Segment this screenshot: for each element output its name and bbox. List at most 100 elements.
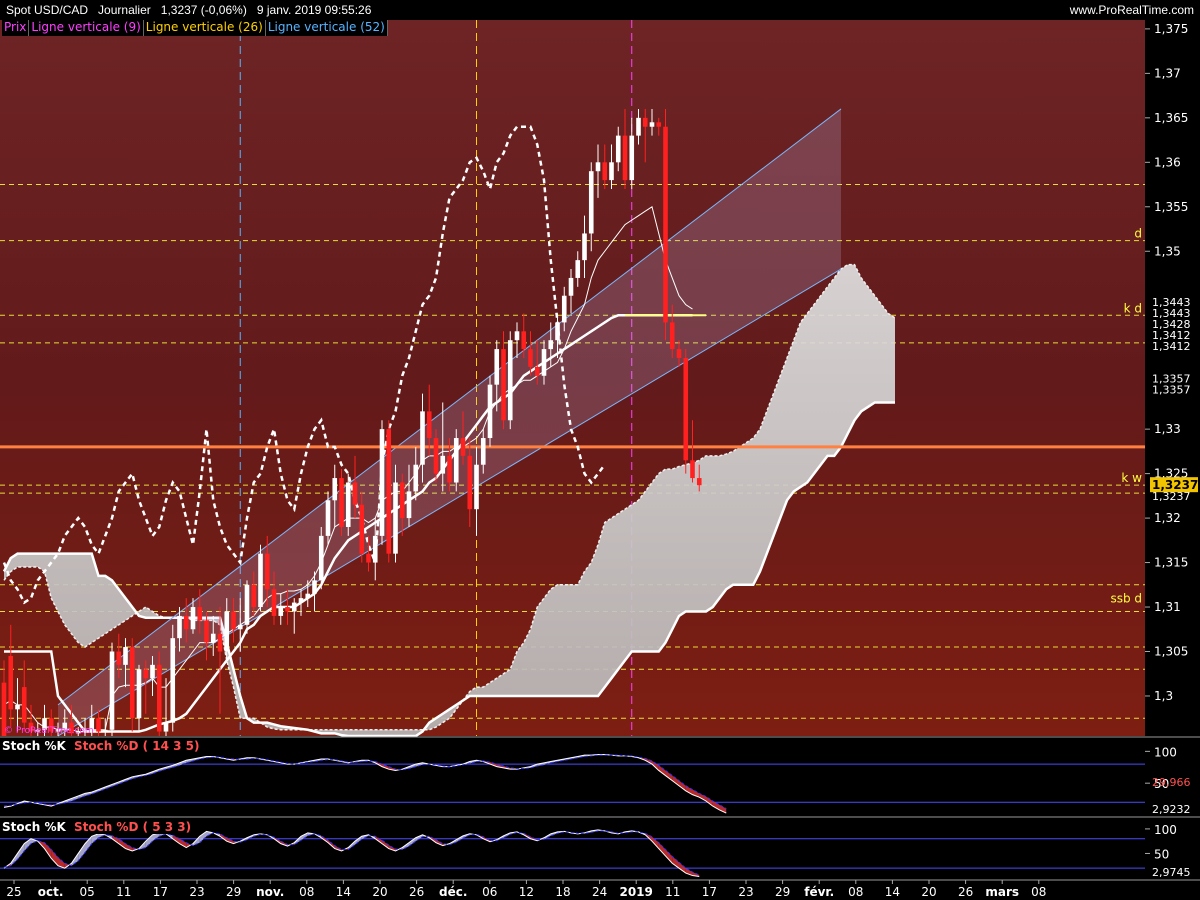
candle-body: [588, 171, 594, 234]
candle-body: [183, 615, 189, 630]
x-tick-label: 05: [80, 885, 95, 899]
brand-link[interactable]: www.ProRealTime.com: [1070, 3, 1194, 17]
y-tick-label: 1,33: [1154, 422, 1181, 436]
y-tick-label: 100: [1154, 745, 1177, 759]
x-tick-label: nov.: [256, 885, 284, 899]
stoch1-k-label[interactable]: Stoch %K: [2, 739, 66, 753]
candle-body: [595, 162, 601, 172]
y-tick-label: 1,375: [1154, 22, 1188, 36]
y-tick-label: 1,37: [1154, 66, 1181, 80]
stoch1-d-label[interactable]: Stoch %D ( 14 3 5): [70, 739, 200, 753]
level-label: k w: [1121, 471, 1142, 485]
stoch2-k-label[interactable]: Stoch %K: [2, 820, 66, 834]
candle-body: [487, 384, 493, 439]
stoch2-d-label[interactable]: Stoch %D ( 5 3 3): [70, 820, 191, 834]
candle-body: [156, 664, 162, 732]
candle-body: [143, 669, 149, 679]
candle-body: [460, 438, 466, 456]
candle-body: [339, 478, 344, 527]
price-label: 1,3357: [1152, 383, 1191, 396]
candle-body: [453, 438, 459, 483]
x-axis: 25 oct. 05 11 17 23 29 nov. 08 14 20 26 déc. 06 12 18 24…: [6, 880, 1046, 899]
candle-body: [426, 411, 432, 439]
candle-body: [548, 340, 554, 350]
candle-body: [669, 322, 675, 350]
candle-body: [244, 584, 250, 625]
x-tick-label: 20: [921, 885, 936, 899]
candle-body: [359, 504, 365, 554]
x-tick-label: 14: [885, 885, 900, 899]
candle-body: [204, 620, 209, 643]
stoch-value-label: 2,9745: [1152, 866, 1191, 879]
candle-body: [683, 357, 689, 461]
candle-body: [649, 122, 655, 127]
candle-body: [298, 598, 304, 603]
candle-body: [622, 135, 628, 181]
candle-body: [406, 491, 412, 519]
candle-body: [420, 411, 425, 465]
candle-body: [197, 607, 203, 621]
candle-body: [21, 687, 27, 723]
x-tick-label: févr.: [804, 885, 834, 899]
legend-item-vline-26[interactable]: Ligne verticale (26): [144, 20, 266, 36]
candle-body: [278, 607, 284, 616]
legend-item-price[interactable]: Prix: [2, 20, 30, 36]
x-tick-label: 17: [702, 885, 717, 899]
candle-body: [642, 117, 648, 127]
candle-body: [609, 162, 614, 181]
x-tick-label: 06: [482, 885, 497, 899]
x-tick-label: 20: [372, 885, 387, 899]
x-tick-label: oct.: [38, 885, 64, 899]
y-tick-label: 1,35: [1154, 244, 1181, 258]
y-tick-label: 100: [1154, 823, 1177, 837]
x-tick-label: 17: [153, 885, 168, 899]
candle-body: [676, 349, 682, 358]
y-tick-label: 1,36: [1154, 155, 1181, 169]
x-tick-label: mars: [985, 885, 1019, 899]
candle-body: [109, 651, 115, 730]
candle-body: [480, 438, 486, 465]
candle-body: [366, 553, 371, 563]
candle-body: [474, 464, 479, 510]
legend-item-vline-9[interactable]: Ligne verticale (9): [29, 20, 144, 36]
candle-body: [345, 482, 351, 527]
candle-body: [561, 295, 567, 323]
y-tick-label: 50: [1154, 847, 1169, 861]
y-tick-label: 1,305: [1154, 645, 1188, 659]
x-tick-label: 23: [738, 885, 753, 899]
chart-canvas: 1,375 1,37 1,365 1,36 1,355 1,35 1,33 1,3 25 1,32…: [0, 20, 1200, 900]
x-tick-label: 29: [226, 885, 241, 899]
candle-body: [15, 704, 20, 710]
candle-body: [615, 135, 621, 163]
candle-body: [8, 655, 14, 710]
y-tick-label: 1,315: [1154, 556, 1188, 570]
candle-body: [231, 611, 236, 630]
candle-body: [494, 349, 500, 385]
current-price-label: 1,3237: [1152, 478, 1198, 492]
candle-body: [440, 455, 446, 474]
x-tick-label: 14: [336, 885, 351, 899]
x-tick-label: 29: [775, 885, 790, 899]
x-tick-label: 2019: [619, 885, 652, 899]
candle-body: [318, 535, 324, 581]
candle-body: [541, 349, 547, 376]
y-tick-label: 1,32: [1154, 511, 1181, 525]
candle-body: [690, 460, 695, 479]
y-tick-label: 1,31: [1154, 600, 1181, 614]
candle-body: [264, 553, 270, 590]
candle-body: [602, 162, 608, 181]
x-tick-label: 18: [555, 885, 570, 899]
indicator-legend: Prix Ligne verticale (9) Ligne verticale…: [2, 20, 388, 36]
candle-body: [582, 233, 587, 261]
candle-body: [514, 331, 520, 341]
candle-body: [136, 669, 142, 719]
candle-body: [312, 580, 317, 594]
candle-body: [102, 729, 108, 732]
legend-item-vline-52[interactable]: Ligne verticale (52): [266, 20, 388, 36]
x-tick-label: 23: [189, 885, 204, 899]
candle-body: [393, 482, 398, 554]
candle-body: [271, 589, 277, 616]
candle-body: [116, 651, 122, 665]
x-tick-label: 08: [848, 885, 863, 899]
candle-body: [123, 647, 128, 665]
